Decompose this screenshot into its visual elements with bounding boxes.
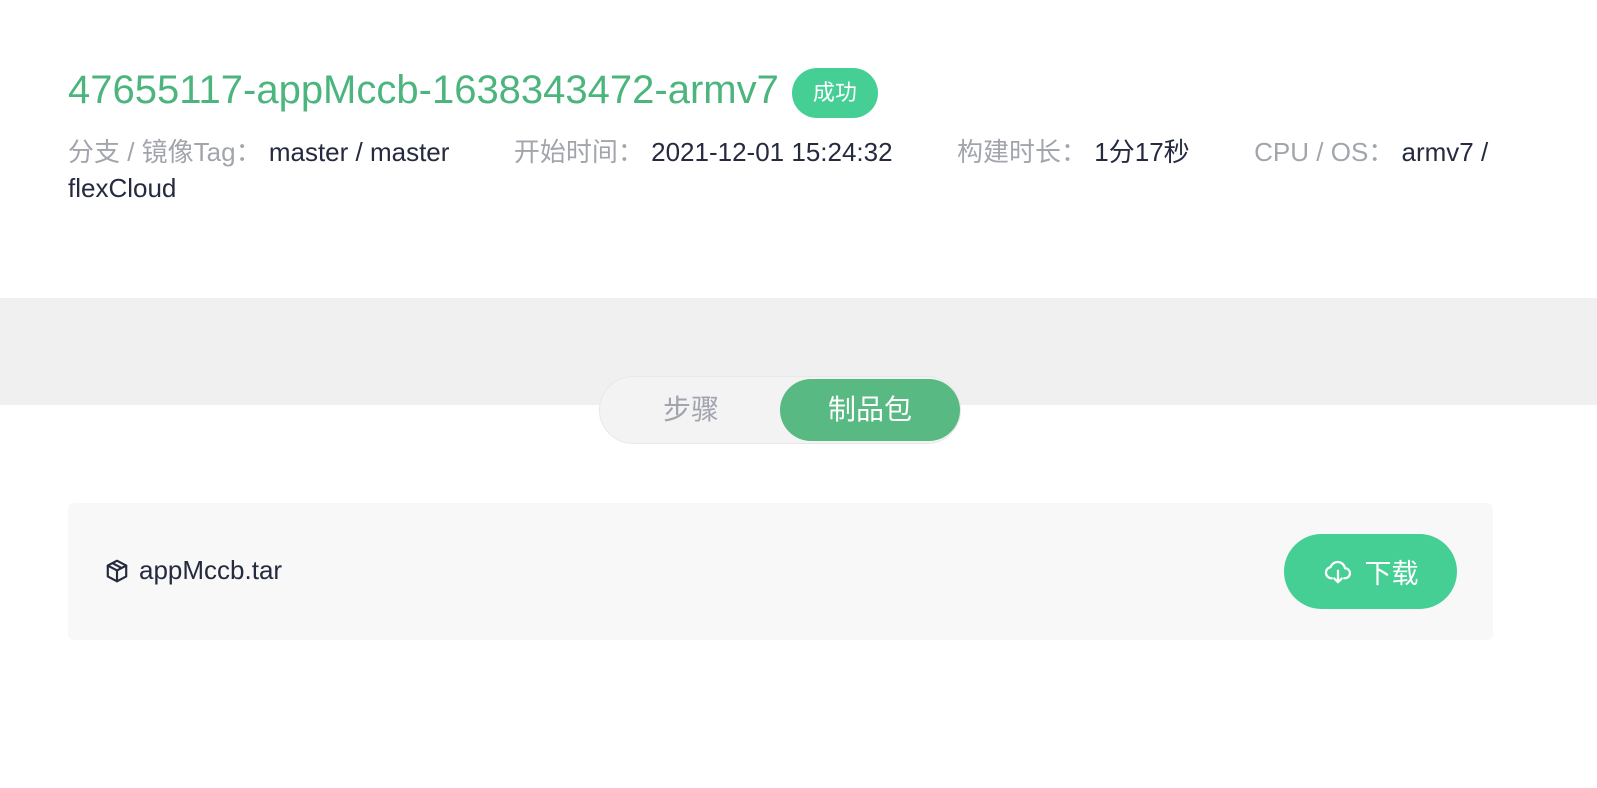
title-row: 47655117-appMccb-1638343472-armv7 成功 <box>68 62 1508 118</box>
build-header: 47655117-appMccb-1638343472-armv7 成功 分支 … <box>68 62 1508 206</box>
duration-label: 构建时长： <box>957 137 1088 167</box>
download-button[interactable]: 下载 <box>1284 534 1457 609</box>
duration-value: 1分17秒 <box>1094 137 1190 167</box>
artifact-filename: appMccb.tar <box>139 555 283 585</box>
tab-switcher: 步骤 制品包 <box>599 376 961 444</box>
branch-value: master / master <box>268 137 450 167</box>
build-detail-page: 47655117-appMccb-1638343472-armv7 成功 分支 … <box>0 0 1597 788</box>
download-label: 下载 <box>1364 559 1419 589</box>
tab-artifacts[interactable]: 制品包 <box>780 379 960 441</box>
start-time-label: 开始时间： <box>513 137 644 167</box>
branch-label: 分支 / 镜像Tag： <box>68 137 262 167</box>
build-title: 47655117-appMccb-1638343472-armv7 <box>68 68 779 112</box>
package-icon <box>104 558 130 584</box>
artifact-item: appMccb.tar 下载 <box>68 503 1493 640</box>
start-time-value: 2021-12-01 15:24:32 <box>651 137 893 167</box>
build-meta: 分支 / 镜像Tag： master / master 开始时间： 2021-1… <box>68 134 1498 206</box>
tab-steps[interactable]: 步骤 <box>602 379 780 441</box>
cloud-download-icon <box>1323 557 1353 587</box>
artifact-name-row: appMccb.tar <box>104 555 282 586</box>
cpu-os-label: CPU / OS： <box>1254 137 1395 167</box>
status-badge: 成功 <box>791 68 878 118</box>
